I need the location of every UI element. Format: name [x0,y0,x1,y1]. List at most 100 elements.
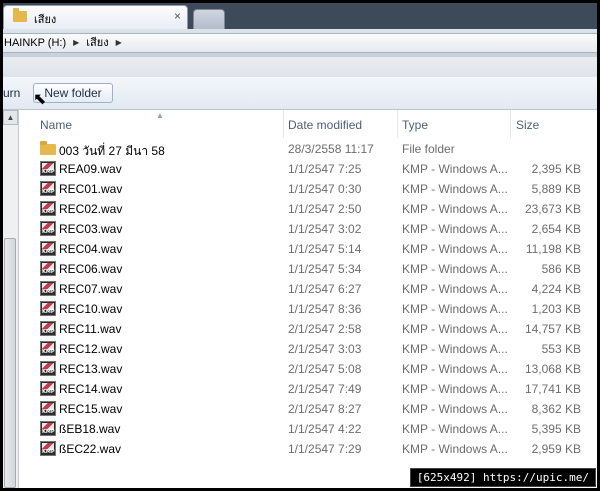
column-divider[interactable] [283,110,284,138]
kmp-audio-icon [40,281,56,296]
kmp-audio-icon [40,441,56,456]
file-name: REC13.wav [59,362,123,376]
file-name: REC12.wav [59,342,123,356]
file-name: REC10.wav [59,302,123,316]
column-type[interactable]: Type [402,118,428,132]
kmp-audio-icon [40,201,56,216]
breadcrumb-chevron-icon[interactable]: ▶ [116,34,122,52]
file-size: 1,203 KB [531,302,581,316]
file-row[interactable]: ßEB18.wav 1/1/2547 4:22 KMP - Windows A...… [19,419,597,439]
file-type: KMP - Windows A... [402,362,508,376]
kmp-audio-icon [40,161,56,176]
tab-strip: เสียง × [3,3,597,29]
file-size: 2,654 KB [531,222,581,236]
kmp-audio-icon [40,361,56,376]
file-date-modified: 1/1/2547 7:25 [288,162,362,176]
file-row[interactable]: REC01.wav 1/1/2547 0:30 KMP - Windows A...… [19,179,597,199]
file-date-modified: 2/1/2547 5:08 [288,362,362,376]
file-row[interactable]: REA09.wav 1/1/2547 7:25 KMP - Windows A...… [19,159,597,179]
tab-title: เสียง [34,14,57,26]
file-name: ßEC22.wav [59,442,122,456]
file-row[interactable]: REC02.wav 1/1/2547 2:50 KMP - Windows A...… [19,199,597,219]
file-row[interactable]: REC15.wav 2/1/2547 8:27 KMP - Windows A...… [19,399,597,419]
column-name[interactable]: Name [40,118,72,132]
scroll-up-icon[interactable]: ▲ [3,110,18,125]
breadcrumb-folder[interactable]: เสียง [86,34,108,52]
file-size: 553 KB [541,342,581,356]
file-size: 14,757 KB [524,322,581,336]
file-size: 13,068 KB [524,362,581,376]
close-tab-icon[interactable]: × [174,9,181,23]
file-name: REC02.wav [59,202,123,216]
tab-current-folder[interactable]: เสียง × [3,5,188,29]
explorer-window: เสียง × HAINKP (H:) ▶ เสียง ▶ urn New folde… [3,3,597,488]
file-row[interactable]: REC13.wav 2/1/2547 5:08 KMP - Windows A...… [19,359,597,379]
file-date-modified: 28/3/2558 11:17 [288,142,374,156]
folder-icon [13,8,27,22]
file-name: REC15.wav [59,402,123,416]
file-type: KMP - Windows A... [402,182,508,196]
file-row[interactable]: REC10.wav 1/1/2547 8:36 KMP - Windows A...… [19,299,597,319]
file-name: REC03.wav [59,222,123,236]
burn-button[interactable]: urn [3,86,20,100]
file-name: REC14.wav [59,382,123,396]
column-divider[interactable] [397,110,398,138]
file-name: REC07.wav [59,282,123,296]
file-row[interactable]: ßEC22.wav 1/1/2547 7:29 KMP - Windows A...… [19,439,597,459]
new-tab-button[interactable] [193,9,225,29]
breadcrumb-chevron-icon[interactable]: ▶ [73,34,79,52]
kmp-audio-icon [40,381,56,396]
kmp-audio-icon [40,181,56,196]
file-size: 2,959 KB [531,442,581,456]
breadcrumb-drive[interactable]: HAINKP (H:) [4,34,66,52]
kmp-audio-icon [40,261,56,276]
kmp-audio-icon [40,321,56,336]
file-type: KMP - Windows A... [402,322,508,336]
file-row[interactable]: REC06.wav 1/1/2547 5:34 KMP - Windows A...… [19,259,597,279]
file-name: REC06.wav [59,262,123,276]
column-header: ▲ Name Date modified Type Size [19,110,597,138]
file-date-modified: 2/1/2547 8:27 [288,402,362,416]
file-date-modified: 1/1/2547 5:34 [288,262,362,276]
file-row[interactable]: REC14.wav 2/1/2547 7:49 KMP - Windows A...… [19,379,597,399]
column-divider[interactable] [510,110,511,138]
file-type: KMP - Windows A... [402,282,508,296]
file-type: KMP - Windows A... [402,342,508,356]
file-size: 8,362 KB [531,402,581,416]
vertical-scrollbar[interactable]: ▲ [3,110,19,488]
file-date-modified: 1/1/2547 6:27 [288,282,362,296]
file-type: KMP - Windows A... [402,262,508,276]
file-date-modified: 2/1/2547 7:49 [288,382,362,396]
file-date-modified: 1/1/2547 4:22 [288,422,362,436]
mouse-cursor-icon: ⬉ [33,91,47,108]
address-bar: HAINKP (H:) ▶ เสียง ▶ [3,29,597,58]
column-date-modified[interactable]: Date modified [288,118,362,132]
file-size: 17,741 KB [524,382,581,396]
folder-icon [40,141,56,155]
file-type: KMP - Windows A... [402,442,508,456]
kmp-audio-icon [40,221,56,236]
command-bar: urn New folder [3,77,597,110]
file-name: REA09.wav [59,162,122,176]
file-size: 5,889 KB [531,182,581,196]
file-row[interactable]: REC11.wav 2/1/2547 2:58 KMP - Windows A...… [19,319,597,339]
file-row[interactable]: REC04.wav 1/1/2547 5:14 KMP - Windows A...… [19,239,597,259]
kmp-audio-icon [40,401,56,416]
file-row[interactable]: REC07.wav 1/1/2547 6:27 KMP - Windows A...… [19,279,597,299]
file-type: KMP - Windows A... [402,402,508,416]
file-size: 2,395 KB [531,162,581,176]
scrollbar-thumb[interactable] [4,238,16,488]
file-type: File folder [402,142,455,156]
ribbon-spacer [3,57,597,77]
file-type: KMP - Windows A... [402,242,508,256]
file-row[interactable]: REC12.wav 2/1/2547 3:03 KMP - Windows A...… [19,339,597,359]
file-row[interactable]: 003 วันที่ 27 มีนา 58 28/3/2558 11:17 File… [19,139,597,159]
file-size: 23,673 KB [524,202,581,216]
column-size[interactable]: Size [516,118,539,132]
sort-ascending-icon: ▲ [156,111,164,120]
breadcrumb[interactable]: HAINKP (H:) ▶ เสียง ▶ [3,33,597,53]
file-size: 11,198 KB [525,242,581,256]
file-name: REC01.wav [59,182,123,196]
file-row[interactable]: REC03.wav 1/1/2547 3:02 KMP - Windows A...… [19,219,597,239]
file-date-modified: 1/1/2547 0:30 [288,182,362,196]
